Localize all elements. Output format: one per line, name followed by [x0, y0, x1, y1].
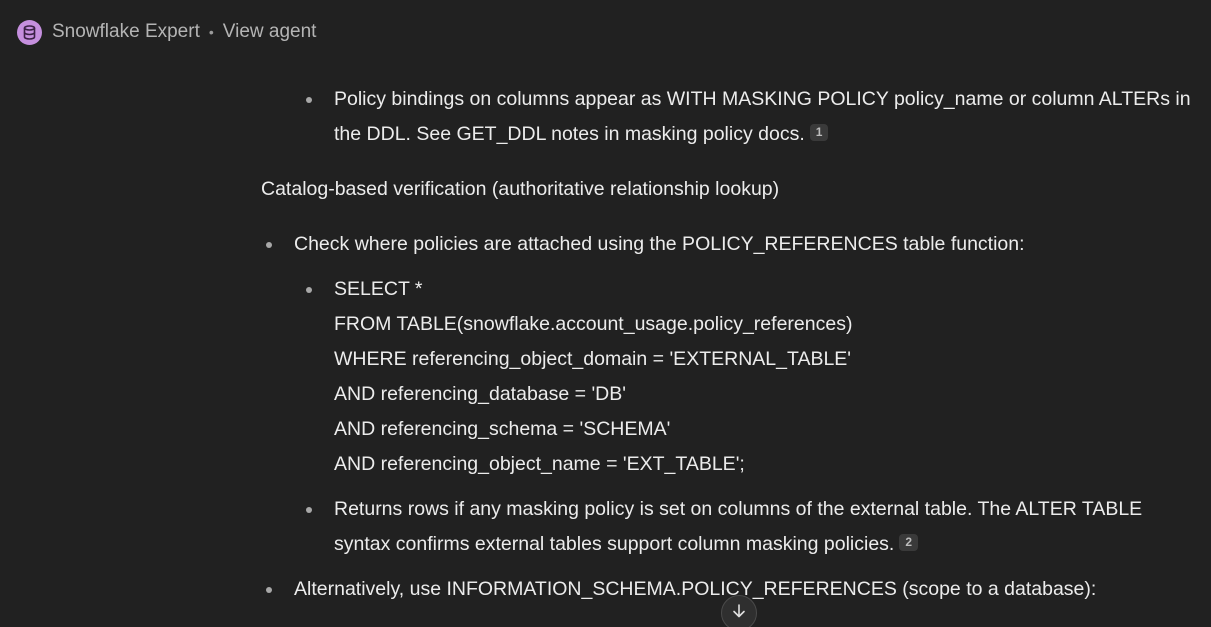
list-item-text: Policy bindings on columns appear as WIT… — [334, 88, 1191, 145]
code-line: AND referencing_object_name = 'EXT_TABLE… — [334, 453, 745, 475]
list-item: Returns rows if any masking policy is se… — [261, 492, 1196, 562]
agent-name[interactable]: Snowflake Expert — [52, 21, 200, 43]
list-item: Check where policies are attached using … — [261, 227, 1196, 562]
code-line: AND referencing_database = 'DB' — [334, 383, 626, 405]
agent-avatar[interactable] — [17, 19, 42, 45]
bullet-dot — [306, 507, 312, 513]
bullet-dot — [266, 242, 272, 248]
list-item-text: Check where policies are attached using … — [294, 233, 1025, 255]
list-item: Policy bindings on columns appear as WIT… — [261, 82, 1196, 152]
bullet-dot — [306, 287, 312, 293]
database-icon — [23, 24, 36, 40]
code-line: WHERE referencing_object_domain = 'EXTER… — [334, 348, 852, 370]
message-content: Policy bindings on columns appear as WIT… — [261, 82, 1196, 607]
citation-badge[interactable]: 1 — [809, 124, 829, 141]
header-separator: • — [208, 24, 214, 40]
code-line: AND referencing_schema = 'SCHEMA' — [334, 418, 671, 440]
list-item-text: Alternatively, use INFORMATION_SCHEMA.PO… — [294, 578, 1097, 600]
view-agent-link[interactable]: View agent — [223, 21, 317, 43]
code-line: SELECT * — [334, 278, 423, 300]
bullet-dot — [306, 97, 312, 103]
arrow-down-icon — [731, 603, 747, 624]
code-line: FROM TABLE(snowflake.account_usage.polic… — [334, 313, 853, 335]
code-list-item: SELECT * FROM TABLE(snowflake.account_us… — [261, 272, 1196, 482]
citation-badge[interactable]: 2 — [899, 534, 919, 551]
list-item-text: Returns rows if any masking policy is se… — [334, 498, 1143, 555]
bullet-dot — [266, 587, 272, 593]
agent-header: Snowflake Expert • View agent — [17, 18, 316, 46]
scroll-to-bottom-button[interactable] — [721, 595, 757, 627]
section-heading: Catalog-based verification (authoritativ… — [261, 178, 780, 200]
